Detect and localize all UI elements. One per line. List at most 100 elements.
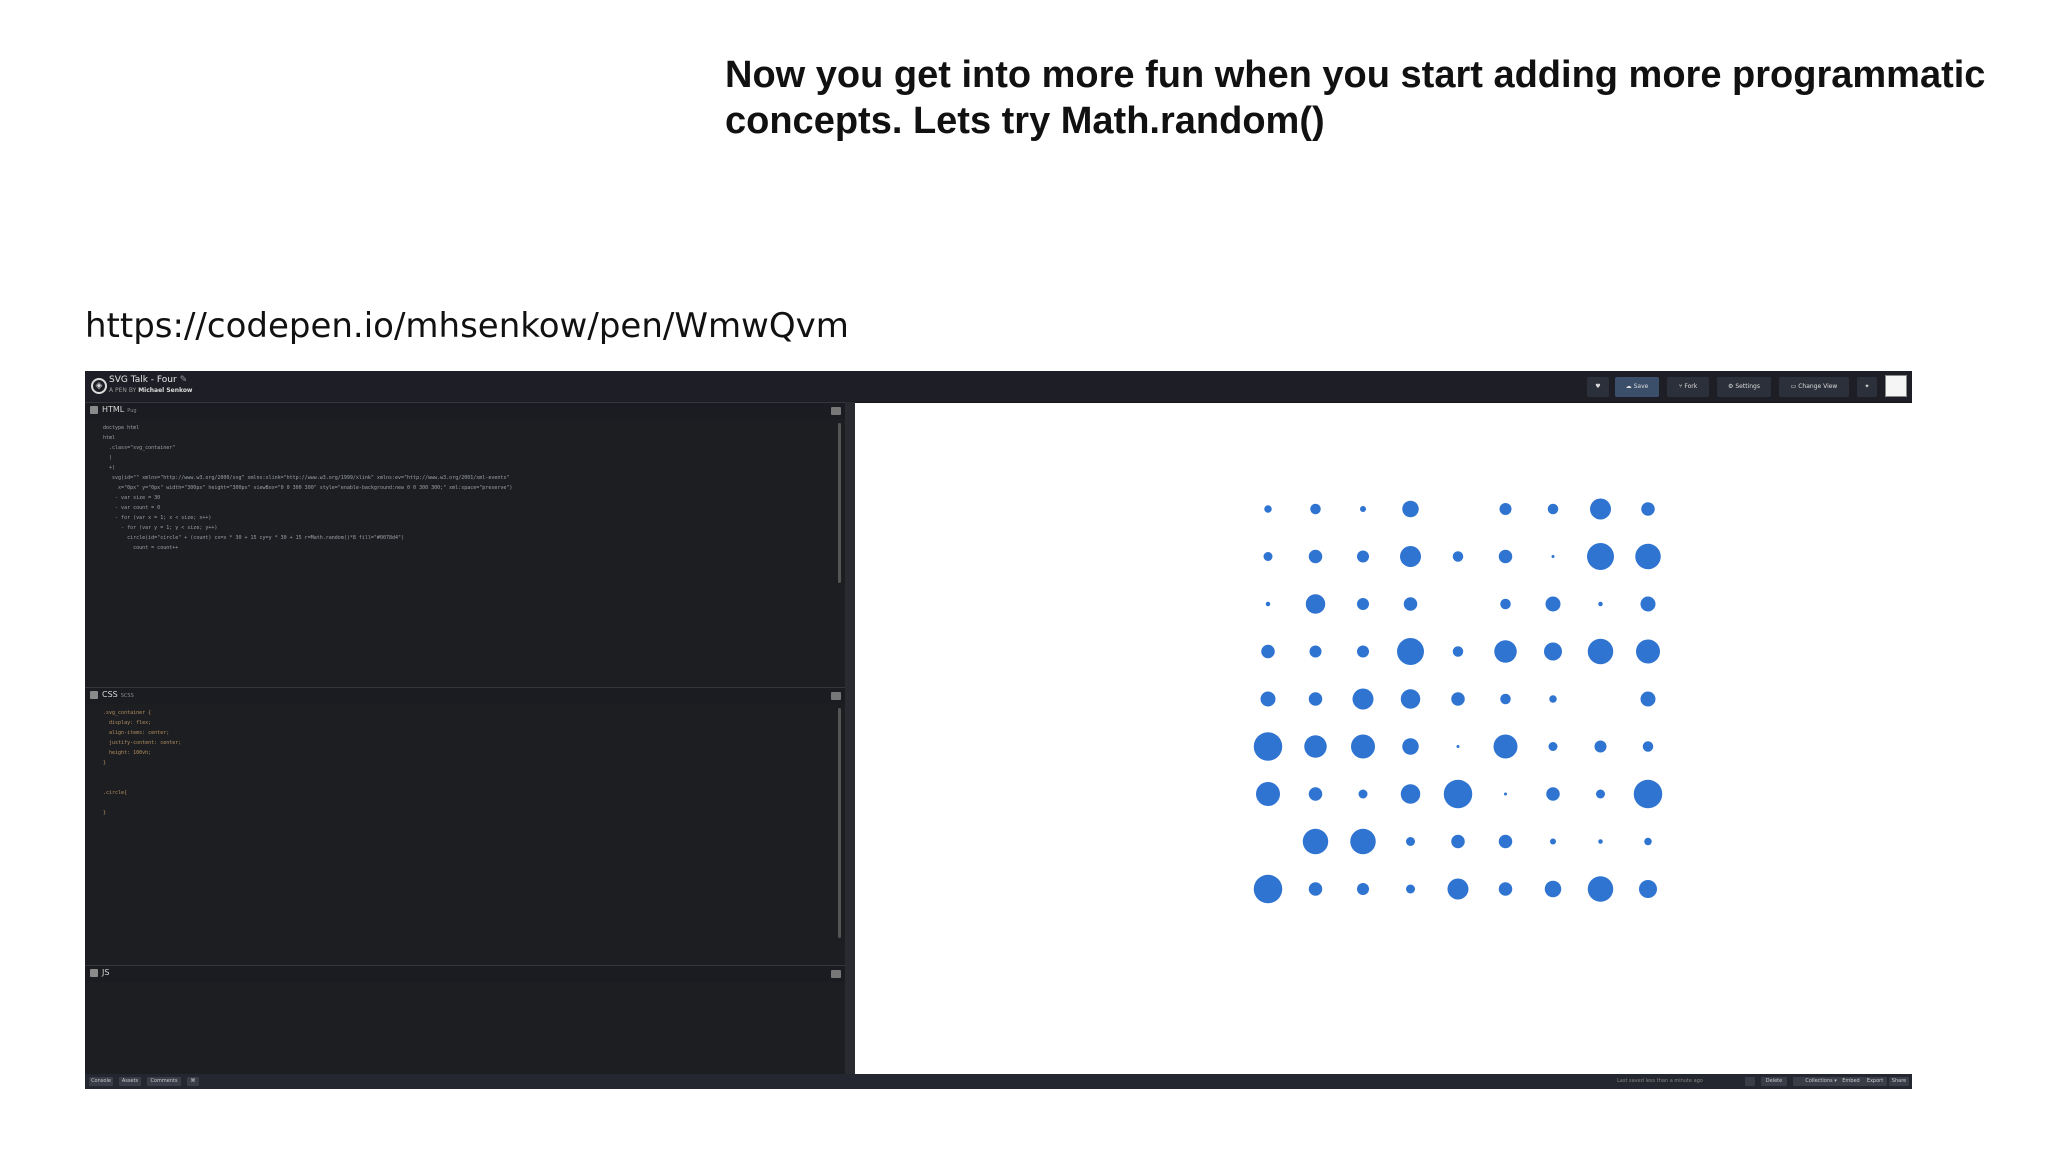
random-circle bbox=[1451, 692, 1465, 706]
random-circle bbox=[1357, 550, 1369, 563]
random-circle bbox=[1351, 734, 1375, 759]
random-circle bbox=[1260, 691, 1276, 707]
layout-toggle-button[interactable] bbox=[1745, 1077, 1755, 1086]
random-circle bbox=[1400, 689, 1421, 709]
css-panel-title: CSS bbox=[102, 690, 118, 699]
random-circle bbox=[1640, 691, 1656, 707]
js-code-editor[interactable] bbox=[103, 986, 823, 1066]
random-circle bbox=[1640, 596, 1656, 612]
css-scrollbar[interactable] bbox=[838, 708, 841, 938]
random-circle bbox=[1350, 828, 1376, 855]
comments-button[interactable]: Comments bbox=[147, 1077, 181, 1086]
fork-button[interactable]: ⑂ Fork bbox=[1667, 377, 1709, 397]
random-circle bbox=[1264, 505, 1272, 513]
heart-button[interactable]: ♥ bbox=[1587, 377, 1609, 397]
random-circle bbox=[1357, 883, 1369, 895]
js-panel-title: JS bbox=[102, 968, 110, 977]
random-circle bbox=[1253, 874, 1283, 904]
codepen-topbar: ◈ SVG Talk - Four ✎ A PEN BY Michael Senk… bbox=[85, 371, 1912, 402]
random-circle bbox=[1548, 742, 1558, 751]
css-panel: CSS SCSS .svg_container { display: flex; … bbox=[85, 687, 845, 965]
random-circle bbox=[1451, 834, 1465, 849]
delete-button[interactable]: Delete bbox=[1761, 1077, 1787, 1086]
html-preprocessor-label: Pug bbox=[127, 408, 137, 414]
random-circle bbox=[1256, 782, 1280, 806]
author-link[interactable]: Michael Senkow bbox=[138, 387, 192, 394]
random-circle bbox=[1598, 839, 1603, 844]
assets-button[interactable]: Assets bbox=[119, 1077, 141, 1086]
pen-author: A PEN BY Michael Senkow bbox=[109, 387, 193, 394]
random-circle bbox=[1406, 837, 1415, 846]
html-panel-title: HTML bbox=[102, 405, 125, 414]
random-circle bbox=[1598, 601, 1603, 607]
random-circle bbox=[1304, 735, 1327, 758]
html-panel-header: HTML Pug bbox=[85, 403, 845, 419]
collapse-panel-icon[interactable] bbox=[831, 970, 841, 978]
random-circle bbox=[1551, 555, 1555, 558]
share-button[interactable]: Share bbox=[1889, 1077, 1909, 1086]
random-circle bbox=[1547, 503, 1559, 515]
resize-divider[interactable] bbox=[845, 402, 855, 1074]
random-circle bbox=[1400, 546, 1421, 567]
random-circle bbox=[1402, 500, 1419, 518]
random-circle bbox=[1443, 779, 1473, 809]
random-circle bbox=[1360, 506, 1366, 512]
collapse-panel-icon[interactable] bbox=[831, 692, 841, 700]
random-circle bbox=[1633, 779, 1663, 809]
change-view-button[interactable]: ▭ Change View bbox=[1779, 377, 1849, 397]
random-circle bbox=[1644, 837, 1652, 846]
random-circle bbox=[1499, 503, 1512, 515]
random-circle bbox=[1406, 884, 1415, 894]
random-circle bbox=[1456, 745, 1460, 748]
random-circle bbox=[1641, 502, 1655, 516]
pin-button[interactable]: ✦ bbox=[1857, 377, 1877, 397]
random-circle bbox=[1452, 646, 1464, 657]
css-preprocessor-label: SCSS bbox=[120, 693, 134, 699]
random-circle bbox=[1498, 882, 1513, 896]
html-panel: HTML Pug doctype html html .class="svg_co… bbox=[85, 402, 845, 687]
last-saved-text: Last saved less than a minute ago bbox=[1617, 1078, 1703, 1084]
random-circle bbox=[1494, 640, 1517, 663]
random-circle bbox=[1546, 787, 1560, 801]
export-button[interactable]: Export bbox=[1863, 1077, 1887, 1086]
panel-settings-icon[interactable] bbox=[90, 691, 98, 699]
random-circle bbox=[1642, 741, 1654, 752]
random-circle bbox=[1498, 834, 1513, 849]
panel-settings-icon[interactable] bbox=[90, 969, 98, 977]
random-circle bbox=[1498, 549, 1513, 564]
pencil-icon[interactable]: ✎ bbox=[180, 375, 188, 385]
console-button[interactable]: Console bbox=[89, 1077, 113, 1086]
random-circle bbox=[1308, 549, 1323, 564]
random-circle bbox=[1596, 789, 1605, 799]
random-circle bbox=[1447, 878, 1469, 900]
random-circle bbox=[1352, 688, 1374, 710]
random-circle bbox=[1263, 552, 1273, 561]
random-circle bbox=[1357, 645, 1369, 658]
html-code-editor[interactable]: doctype html html .class="svg_container"… bbox=[103, 423, 512, 553]
collapse-panel-icon[interactable] bbox=[831, 407, 841, 415]
panel-settings-icon[interactable] bbox=[90, 406, 98, 414]
random-circle bbox=[1587, 543, 1614, 570]
random-circle bbox=[1636, 639, 1660, 664]
random-circles-svg bbox=[1253, 498, 1663, 904]
random-circle bbox=[1587, 876, 1614, 902]
css-code-editor[interactable]: .svg_container { display: flex; align-it… bbox=[103, 708, 181, 818]
random-circle bbox=[1544, 642, 1562, 661]
js-panel-header: JS bbox=[85, 966, 845, 982]
keyboard-shortcuts-button[interactable]: ⌘ bbox=[187, 1077, 199, 1086]
random-circle bbox=[1308, 787, 1323, 801]
codepen-editor-screenshot: ◈ SVG Talk - Four ✎ A PEN BY Michael Senk… bbox=[85, 371, 1912, 1089]
js-panel: JS bbox=[85, 965, 845, 1074]
random-circle bbox=[1305, 594, 1326, 614]
codepen-logo-icon[interactable]: ◈ bbox=[91, 378, 107, 394]
embed-button[interactable]: Embed bbox=[1837, 1077, 1865, 1086]
random-circle bbox=[1302, 828, 1329, 855]
settings-button[interactable]: ⚙ Settings bbox=[1717, 377, 1771, 397]
random-circle bbox=[1310, 503, 1321, 515]
slide-url[interactable]: https://codepen.io/mhsenkow/pen/WmwQvm bbox=[85, 306, 849, 346]
random-circle bbox=[1549, 695, 1557, 703]
user-avatar[interactable] bbox=[1885, 375, 1907, 397]
html-scrollbar[interactable] bbox=[838, 423, 841, 583]
save-button[interactable]: ☁ Save bbox=[1615, 377, 1659, 397]
css-panel-header: CSS SCSS bbox=[85, 688, 845, 704]
